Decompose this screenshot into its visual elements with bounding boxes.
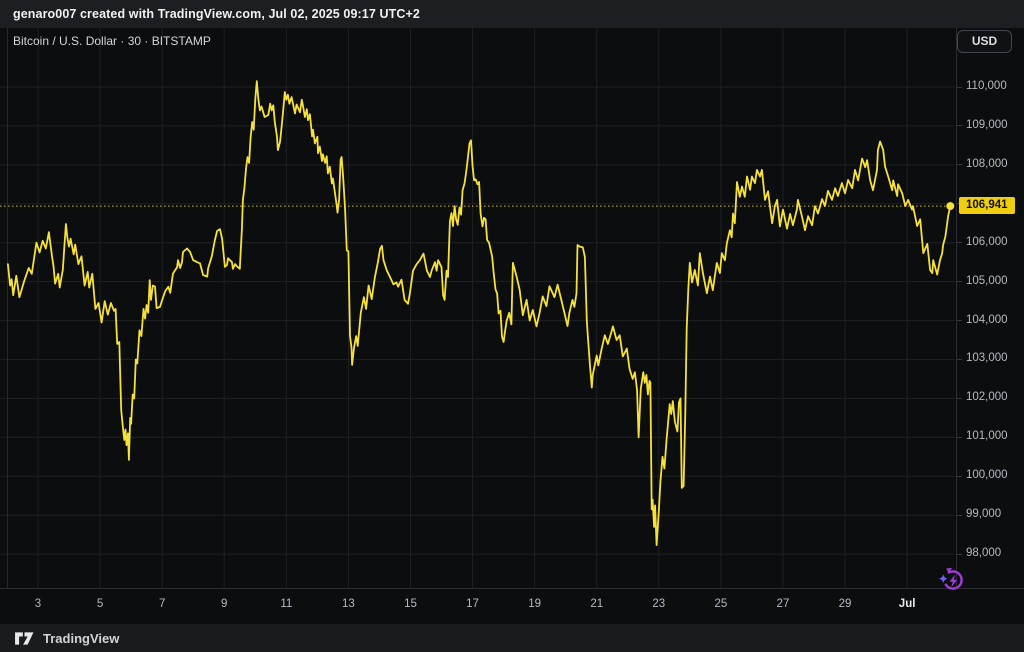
- price-axis-label: 106,000: [966, 236, 1008, 248]
- price-axis-tick: [957, 437, 962, 438]
- attribution-bar: genaro007 created with TradingView.com, …: [0, 0, 1024, 28]
- price-axis-tick: [957, 398, 962, 399]
- price-scale[interactable]: 106,941 110,000109,000108,000107,000106,…: [956, 28, 1024, 588]
- price-axis-tick: [957, 320, 962, 321]
- time-axis-label: 3: [35, 598, 41, 610]
- price-axis-label: 101,000: [966, 430, 1008, 442]
- price-axis-tick: [957, 164, 962, 165]
- price-axis-label: 103,000: [966, 352, 1008, 364]
- time-axis-label: 19: [528, 598, 541, 610]
- time-axis-label: 21: [590, 598, 603, 610]
- price-axis-label: 100,000: [966, 469, 1008, 481]
- time-axis-label: 23: [652, 598, 665, 610]
- time-axis-label: Jul: [899, 598, 916, 610]
- attribution-text: genaro007 created with TradingView.com, …: [13, 7, 420, 21]
- price-axis-tick: [957, 87, 962, 88]
- time-axis-label: 17: [466, 598, 479, 610]
- price-chart-plot[interactable]: [0, 0, 1024, 652]
- price-axis-label: 98,000: [966, 547, 1001, 559]
- ai-lightning-circle-sparkle-icon[interactable]: [933, 562, 969, 598]
- time-axis-label: 9: [221, 598, 227, 610]
- time-axis-label: 13: [342, 598, 355, 610]
- price-axis-tick: [957, 359, 962, 360]
- price-axis-tick: [957, 281, 962, 282]
- price-axis-tick: [957, 242, 962, 243]
- current-price-label: 106,941: [959, 197, 1015, 214]
- tradingview-chart-page: { "attribution": { "text": "genaro007 cr…: [0, 0, 1024, 652]
- time-axis-label: 11: [280, 598, 292, 610]
- time-scale[interactable]: 3 5 7 9 11 13 15 17 19 21 23 25 27 29 Jul: [0, 588, 1024, 624]
- price-axis-label: 110,000: [966, 80, 1007, 92]
- footer-brand-text[interactable]: TradingView: [43, 631, 119, 646]
- time-axis-label: 29: [839, 598, 852, 610]
- time-axis-label: 7: [159, 598, 165, 610]
- time-axis-label: 15: [404, 598, 417, 610]
- symbol-title[interactable]: Bitcoin / U.S. Dollar · 30 · BITSTAMP: [13, 34, 211, 48]
- price-axis-label: 104,000: [966, 314, 1008, 326]
- price-axis-label: 109,000: [966, 119, 1008, 131]
- time-axis-label: 5: [97, 598, 103, 610]
- price-axis-tick: [957, 554, 962, 555]
- footer-bar: TradingView: [0, 624, 1024, 652]
- price-axis-label: 108,000: [966, 158, 1008, 170]
- time-axis-label: 27: [777, 598, 790, 610]
- tradingview-logo[interactable]: [14, 630, 35, 647]
- price-axis-label: 102,000: [966, 391, 1008, 403]
- currency-usd-button[interactable]: USD: [957, 30, 1012, 53]
- price-axis-label: 99,000: [966, 508, 1001, 520]
- price-axis-tick: [957, 515, 962, 516]
- price-axis-tick: [957, 125, 962, 126]
- price-axis-label: 105,000: [966, 275, 1008, 287]
- price-axis-tick: [957, 476, 962, 477]
- time-axis-label: 25: [714, 598, 727, 610]
